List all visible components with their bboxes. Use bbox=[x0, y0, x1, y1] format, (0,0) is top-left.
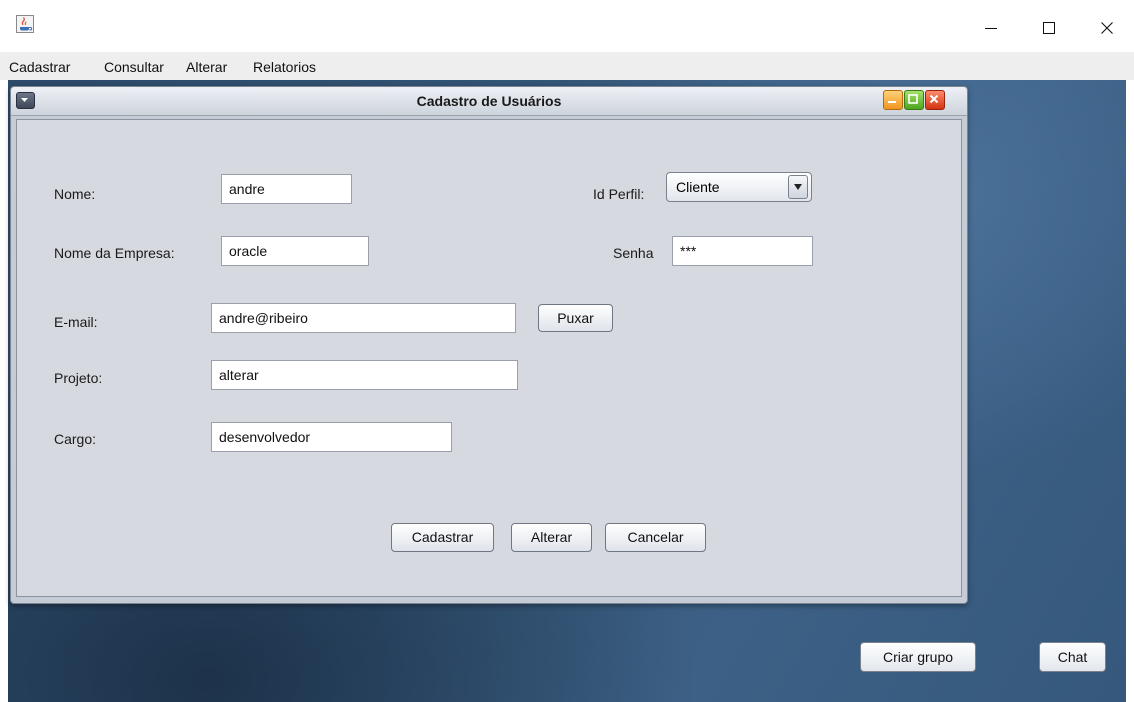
close-icon bbox=[929, 94, 939, 104]
internal-frame-title: Cadastro de Usuários bbox=[416, 93, 562, 109]
window-minimize-button[interactable] bbox=[966, 8, 1016, 48]
cargo-input[interactable]: desenvolvedor bbox=[211, 422, 452, 452]
email-label: E-mail: bbox=[54, 314, 98, 330]
menu-alterar[interactable]: Alterar bbox=[186, 59, 227, 75]
puxar-button[interactable]: Puxar bbox=[538, 304, 613, 332]
frame-maximize-button[interactable] bbox=[904, 90, 924, 110]
cargo-label: Cargo: bbox=[54, 431, 97, 447]
internal-frame-titlebar[interactable]: Cadastro de Usuários bbox=[11, 87, 967, 116]
frame-close-button[interactable] bbox=[925, 90, 945, 110]
menu-relatorios[interactable]: Relatorios bbox=[253, 59, 316, 75]
senha-label: Senha bbox=[613, 245, 654, 261]
perfil-label: Id Perfil: bbox=[593, 186, 645, 202]
maximize-icon bbox=[1043, 22, 1055, 34]
perfil-select[interactable]: Cliente bbox=[666, 172, 812, 202]
nome-input[interactable]: andre bbox=[221, 174, 352, 204]
close-icon bbox=[1101, 22, 1113, 34]
menu-consultar[interactable]: Consultar bbox=[104, 59, 164, 75]
minimize-icon bbox=[985, 28, 997, 29]
nome-label: Nome: bbox=[54, 186, 96, 202]
menu-bar: Cadastrar Consultar Alterar Relatorios bbox=[0, 52, 1134, 80]
criar-grupo-button[interactable]: Criar grupo bbox=[860, 642, 976, 672]
projeto-input[interactable]: alterar bbox=[211, 360, 518, 390]
maximize-icon bbox=[908, 94, 918, 104]
perfil-selected-value: Cliente bbox=[676, 179, 720, 195]
email-input[interactable]: andre@ribeiro bbox=[211, 303, 516, 333]
menu-cadastrar[interactable]: Cadastrar bbox=[9, 59, 70, 75]
projeto-label: Projeto: bbox=[54, 370, 103, 386]
frame-minimize-button[interactable] bbox=[883, 90, 903, 110]
minimize-icon bbox=[888, 101, 896, 103]
window-titlebar bbox=[0, 0, 1134, 52]
alterar-button[interactable]: Alterar bbox=[511, 523, 592, 552]
senha-input[interactable]: *** bbox=[672, 236, 813, 266]
java-cup-icon[interactable] bbox=[16, 15, 34, 33]
cancelar-button[interactable]: Cancelar bbox=[605, 523, 706, 552]
chevron-down-icon bbox=[794, 184, 802, 190]
window-close-button[interactable] bbox=[1082, 8, 1132, 48]
cadastrar-button[interactable]: Cadastrar bbox=[391, 523, 494, 552]
window-maximize-button[interactable] bbox=[1024, 8, 1074, 48]
empresa-input[interactable]: oracle bbox=[221, 236, 369, 266]
empresa-label: Nome da Empresa: bbox=[54, 245, 175, 261]
chat-button[interactable]: Chat bbox=[1039, 642, 1106, 672]
perfil-dropdown-button[interactable] bbox=[788, 175, 808, 199]
